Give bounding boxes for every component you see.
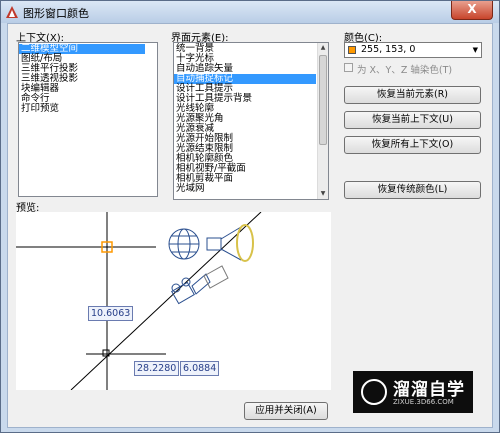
restore-current-context-button[interactable]: 恢复当前上下文(U) bbox=[344, 111, 481, 129]
scroll-up-icon[interactable]: ▲ bbox=[318, 43, 328, 53]
list-item[interactable]: 光域网 bbox=[174, 184, 316, 194]
watermark-url: ZIXUE.3D66.COM bbox=[393, 398, 454, 406]
scroll-down-icon[interactable]: ▼ bbox=[318, 189, 328, 199]
dimension-value-vertical: 10.6063 bbox=[88, 306, 134, 321]
dialog-window: 图形窗口颜色 X 上下文(X): 二维模型空间 图纸/布局 三维平行投影 三维透视投影… bbox=[0, 0, 500, 433]
restore-classic-colors-button[interactable]: 恢复传统颜色(L) bbox=[344, 181, 481, 199]
list-item[interactable]: 打印预览 bbox=[19, 104, 145, 114]
dimension-value-x: 28.2280 bbox=[134, 361, 180, 376]
play-logo-icon bbox=[361, 379, 387, 405]
title-bar[interactable]: 图形窗口颜色 X bbox=[1, 1, 499, 23]
tint-axes-label: 为 X、Y、Z 轴染色(T) bbox=[357, 65, 453, 76]
chevron-down-icon[interactable]: ▼ bbox=[473, 46, 478, 54]
dialog-client-area: 上下文(X): 二维模型空间 图纸/布局 三维平行投影 三维透视投影 块编辑器 命令行 打印… bbox=[7, 23, 493, 428]
restore-current-element-button[interactable]: 恢复当前元素(R) bbox=[344, 86, 481, 104]
color-value: 255, 153, 0 bbox=[361, 44, 416, 55]
color-swatch bbox=[348, 46, 356, 54]
watermark-title: 溜溜自学 bbox=[393, 380, 465, 400]
apply-and-close-button[interactable]: 应用并关闭(A) bbox=[244, 402, 328, 420]
interface-element-listbox[interactable]: 统一背景 十字光标 自动追踪矢量 自动捕捉标记 设计工具提示 设计工具提示背景 光线轮廓 光源… bbox=[173, 42, 329, 200]
window-title: 图形窗口颜色 bbox=[23, 7, 89, 20]
tint-axes-checkbox[interactable] bbox=[344, 63, 353, 72]
autocad-app-icon bbox=[6, 6, 18, 18]
context-listbox[interactable]: 二维模型空间 图纸/布局 三维平行投影 三维透视投影 块编辑器 命令行 打印预览 bbox=[18, 42, 158, 197]
preview-canvas: 10.6063 28.2280 6.0884 bbox=[16, 212, 331, 390]
scroll-thumb[interactable] bbox=[319, 55, 327, 145]
element-list-scrollbar[interactable]: ▲ ▼ bbox=[317, 43, 328, 199]
restore-all-contexts-button[interactable]: 恢复所有上下文(O) bbox=[344, 136, 481, 154]
color-dropdown[interactable]: 255, 153, 0 ▼ bbox=[344, 42, 482, 58]
site-watermark: 溜溜自学 ZIXUE.3D66.COM bbox=[353, 371, 473, 413]
dimension-value-y: 6.0884 bbox=[180, 361, 220, 376]
close-button[interactable]: X bbox=[451, 1, 493, 20]
